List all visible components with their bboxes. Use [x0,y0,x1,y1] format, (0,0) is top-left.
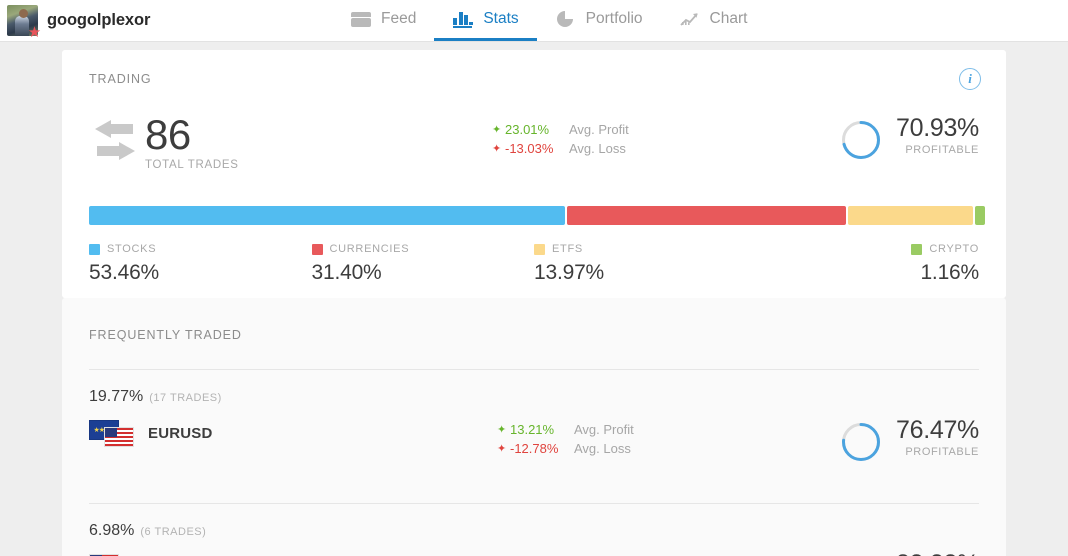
legend-value-currencies: 31.40% [311,261,382,284]
pie-chart-icon [555,9,577,29]
swatch-crypto-icon [911,243,923,255]
asset-breakdown-bar [89,206,985,225]
frequently-traded-card: FREQUENTLY TRADED 19.77% (17 TRADES) ★★★… [62,298,1006,556]
symbol-name: EURUSD [148,425,213,442]
tab-stats-label: Stats [483,9,519,27]
profitable-label: PROFITABLE [905,446,979,458]
avg-profit-label: Avg. Profit [574,422,634,437]
asset-breakdown-legend: STOCKS 53.46% CURRENCIES 31.40% ETFS 13.… [89,242,979,285]
avg-loss-value: -12.78% [510,441,559,456]
swatch-etfs-icon [534,243,545,255]
info-icon[interactable]: i [959,68,981,90]
avg-profit-line: ✦ 13.21% Avg. Profit [497,420,634,439]
list-item[interactable]: 6.98% (6 TRADES) 🍁 USDCAD ✦ 2 [89,504,979,556]
avg-profit-label: Avg. Profit [569,122,629,137]
profitable-donut-chart [840,119,882,161]
arrow-up-icon: ✦ [497,424,507,436]
profitable-donut-chart [840,421,882,463]
trading-card: TRADING i 86 TOTAL TRADES ✦ 23.01% Avg. … [62,50,1006,298]
trading-summary-row: 86 TOTAL TRADES ✦ 23.01% Avg. Profit ✦ -… [89,114,979,184]
swatch-stocks-icon [89,243,100,255]
entry-share-line: 6.98% (6 TRADES) [89,504,979,540]
entry-profitable-block: 83.33% PROFITABLE [840,550,979,556]
trading-section-title: TRADING [89,72,152,86]
username-label: googolplexor [47,11,151,29]
avg-loss-value: -13.03% [505,141,554,156]
tab-chart-label: Chart [709,9,748,27]
exchange-arrows-icon [89,120,141,164]
legend-item-stocks: STOCKS 53.46% [89,242,312,285]
entry-share-value: 19.77% [89,388,144,405]
bar-segment-etfs[interactable] [848,206,973,225]
avg-profit-value: 23.01% [505,122,550,137]
legend-name-currencies: CURRENCIES [329,243,410,255]
total-trades-value: 86 [145,111,191,158]
frequently-traded-title: FREQUENTLY TRADED [89,328,242,342]
legend-item-etfs: ETFS 13.97% [534,242,757,285]
bar-segment-currencies[interactable] [566,206,847,225]
avg-profit-value: 13.21% [510,422,555,437]
main-nav: Feed Stats Portfolio Chart [332,0,765,41]
profitable-value: 76.47% [896,416,979,444]
bar-chart-icon [452,9,474,29]
trading-profit-loss-block: ✦ 23.01% Avg. Profit ✦ -13.03% Avg. Loss [492,120,629,158]
legend-value-etfs: 13.97% [534,261,605,284]
entry-profit-loss-block: ✦ 13.21% Avg. Profit ✦ -12.78% Avg. Loss [497,420,634,458]
arrow-down-icon: ✦ [497,443,507,455]
page-body: TRADING i 86 TOTAL TRADES ✦ 23.01% Avg. … [0,50,1068,556]
tab-feed-label: Feed [381,9,417,27]
tab-portfolio-label: Portfolio [585,9,643,27]
profitable-value: 70.93% [896,114,979,142]
avg-profit-line: ✦ 23.01% Avg. Profit [492,120,629,139]
line-chart-icon [679,9,701,29]
swatch-currencies-icon [311,243,323,255]
legend-name-stocks: STOCKS [107,243,157,255]
frequently-traded-header: FREQUENTLY TRADED [89,298,979,342]
app-header: ★ googolplexor Feed Stats Portfolio Char… [0,0,1068,42]
entry-profitable-block: 76.47% PROFITABLE [840,416,979,463]
legend-name-crypto: CRYPTO [929,243,979,255]
total-trades-block: 86 TOTAL TRADES [145,111,239,172]
bar-segment-crypto[interactable] [974,206,985,225]
star-badge-icon: ★ [27,24,42,41]
us-flag-icon [104,427,134,447]
legend-item-crypto: CRYPTO 1.16% [757,242,979,285]
tab-chart[interactable]: Chart [661,0,766,41]
profitable-label: PROFITABLE [905,144,979,156]
total-trades-label: TOTAL TRADES [145,159,239,171]
legend-value-stocks: 53.46% [89,261,160,284]
legend-item-currencies: CURRENCIES 31.40% [311,242,535,285]
profitable-text: 70.93% PROFITABLE [896,114,979,156]
avg-loss-line: ✦ -13.03% Avg. Loss [492,139,629,158]
avg-loss-line: ✦ -12.78% Avg. Loss [497,439,634,458]
list-item[interactable]: 19.77% (17 TRADES) ★★★★ EURUSD ✦ [89,370,979,476]
profitable-value: 83.33% [896,550,979,556]
entry-trade-count: (6 TRADES) [140,526,207,538]
tab-stats[interactable]: Stats [434,0,537,41]
legend-name-etfs: ETFS [552,243,583,255]
eu-us-flags-icon: ★★★★ [89,420,135,447]
brand-block[interactable]: ★ googolplexor [0,5,151,40]
profitable-text: 83.33% PROFITABLE [896,550,979,556]
entry-share-line: 19.77% (17 TRADES) [89,370,979,406]
arrow-up-icon: ✦ [492,124,502,136]
legend-value-crypto: 1.16% [920,261,979,284]
entry-trade-count: (17 TRADES) [149,392,222,404]
tab-feed[interactable]: Feed [332,0,434,41]
feed-icon [350,9,372,29]
profitable-block: 70.93% PROFITABLE [840,114,979,161]
arrow-down-icon: ✦ [492,143,502,155]
table-row[interactable]: ★★★★ EURUSD ✦ 13.21% Avg. Profit ✦ [89,416,979,476]
tab-portfolio[interactable]: Portfolio [537,0,661,41]
avatar[interactable]: ★ [7,5,41,40]
bar-segment-stocks[interactable] [89,206,565,225]
avg-loss-label: Avg. Loss [574,441,631,456]
profitable-text: 76.47% PROFITABLE [896,416,979,458]
avg-loss-label: Avg. Loss [569,141,626,156]
entry-share-value: 6.98% [89,522,135,539]
